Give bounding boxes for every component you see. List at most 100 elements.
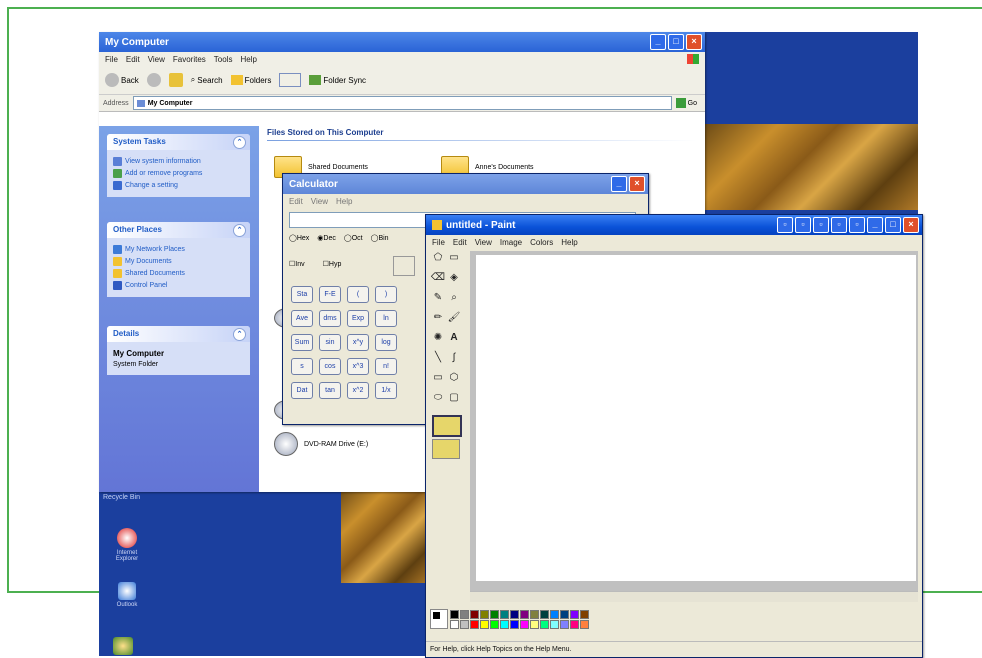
calc-key[interactable]: x^3 — [347, 358, 369, 375]
system-tasks-header[interactable]: System Tasks ⌃ — [107, 134, 250, 150]
palette-color[interactable] — [560, 610, 569, 619]
menu-edit[interactable]: Edit — [126, 55, 140, 64]
menu-colors[interactable]: Colors — [530, 238, 553, 247]
free-select-icon[interactable]: ⬠ — [430, 251, 446, 265]
calc-key[interactable]: x^2 — [347, 382, 369, 399]
palette-color[interactable] — [480, 610, 489, 619]
dvd-drive-item[interactable]: DVD-RAM Drive (E:) — [274, 432, 368, 456]
palette-color[interactable] — [530, 620, 539, 629]
calc-key[interactable]: Sta — [291, 286, 313, 303]
go-button[interactable]: Go — [675, 98, 697, 108]
place-item[interactable]: Shared Documents — [113, 269, 244, 278]
calc-key[interactable]: n! — [375, 358, 397, 375]
place-item[interactable]: My Documents — [113, 257, 244, 266]
toolbar-icon-a[interactable]: ▫ — [777, 217, 793, 233]
calc-key[interactable]: ( — [347, 286, 369, 303]
desktop-icon-ie[interactable]: Internet Explorer — [105, 528, 149, 562]
fill-icon[interactable]: ◈ — [446, 271, 462, 285]
paint-canvas[interactable] — [476, 255, 916, 581]
palette-color[interactable] — [550, 620, 559, 629]
search-button[interactable]: ⌕ Search — [191, 75, 223, 85]
menu-view[interactable]: View — [475, 238, 492, 247]
palette-color[interactable] — [550, 610, 559, 619]
palette-color[interactable] — [450, 610, 459, 619]
calc-key[interactable]: ln — [375, 310, 397, 327]
palette-color[interactable] — [580, 610, 589, 619]
forward-button[interactable] — [146, 73, 161, 87]
details-header[interactable]: Details ⌃ — [107, 326, 250, 342]
desktop-icon-outlook[interactable]: Outlook — [105, 582, 149, 608]
palette-color[interactable] — [450, 620, 459, 629]
magnifier-icon[interactable]: ⌕ — [446, 291, 462, 305]
place-item[interactable]: Control Panel — [113, 281, 244, 290]
paint-titlebar[interactable]: untitled - Paint ▫ ▫ ▫ ▫ ▫ _ □ × — [426, 215, 922, 235]
calc-key[interactable]: Ave — [291, 310, 313, 327]
maximize-button[interactable]: □ — [668, 34, 684, 50]
task-item[interactable]: Add or remove programs — [113, 169, 244, 178]
line-icon[interactable]: ╲ — [430, 351, 446, 365]
calc-key[interactable]: Exp — [347, 310, 369, 327]
tool-option-box[interactable] — [432, 415, 462, 437]
palette-color[interactable] — [490, 610, 499, 619]
chevron-up-icon[interactable]: ⌃ — [233, 328, 246, 341]
palette-color[interactable] — [490, 620, 499, 629]
calc-key[interactable]: s — [291, 358, 313, 375]
palette-color[interactable] — [570, 620, 579, 629]
palette-color[interactable] — [470, 610, 479, 619]
menu-help[interactable]: Help — [240, 55, 256, 64]
calc-key[interactable]: log — [375, 334, 397, 351]
palette-color[interactable] — [510, 620, 519, 629]
eraser-icon[interactable]: ⌫ — [430, 271, 446, 285]
up-folder-icon[interactable] — [168, 73, 183, 87]
palette-color[interactable] — [460, 620, 469, 629]
minimize-button[interactable]: _ — [611, 176, 627, 192]
palette-color[interactable] — [460, 610, 469, 619]
calc-key[interactable]: Dat — [291, 382, 313, 399]
close-button[interactable]: × — [629, 176, 645, 192]
chevron-up-icon[interactable]: ⌃ — [233, 224, 246, 237]
palette-color[interactable] — [520, 620, 529, 629]
minimize-button[interactable]: _ — [650, 34, 666, 50]
pencil-icon[interactable]: ✏ — [430, 311, 446, 325]
address-input[interactable]: My Computer — [132, 96, 672, 110]
folders-button[interactable]: Folders — [230, 75, 271, 85]
calc-key[interactable]: cos — [319, 358, 341, 375]
palette-color[interactable] — [530, 610, 539, 619]
palette-color[interactable] — [570, 610, 579, 619]
menu-file[interactable]: File — [432, 238, 445, 247]
other-places-header[interactable]: Other Places ⌃ — [107, 222, 250, 238]
toolbar-icon-b[interactable]: ▫ — [795, 217, 811, 233]
palette-color[interactable] — [520, 610, 529, 619]
menu-favorites[interactable]: Favorites — [173, 55, 206, 64]
calc-key[interactable]: Sum — [291, 334, 313, 351]
menu-edit[interactable]: Edit — [453, 238, 467, 247]
tool-option-box-2[interactable] — [432, 439, 460, 459]
palette-color[interactable] — [540, 610, 549, 619]
menu-view[interactable]: View — [148, 55, 165, 64]
chevron-up-icon[interactable]: ⌃ — [233, 136, 246, 149]
color-picker-icon[interactable]: ✎ — [430, 291, 446, 305]
toolbar-icon-c[interactable]: ▫ — [813, 217, 829, 233]
palette-color[interactable] — [500, 620, 509, 629]
calc-key[interactable]: ) — [375, 286, 397, 303]
calc-key[interactable]: sin — [319, 334, 341, 351]
toolbar-icon-e[interactable]: ▫ — [849, 217, 865, 233]
place-item[interactable]: My Network Places — [113, 245, 244, 254]
menu-file[interactable]: File — [105, 55, 118, 64]
palette-color[interactable] — [500, 610, 509, 619]
close-button[interactable]: × — [686, 34, 702, 50]
polygon-icon[interactable]: ⬡ — [446, 371, 462, 385]
rounded-rect-icon[interactable]: ▢ — [446, 391, 462, 405]
maximize-button[interactable]: □ — [885, 217, 901, 233]
folder-sync-button[interactable]: Folder Sync — [309, 75, 366, 85]
horizontal-scrollbar[interactable] — [470, 591, 918, 602]
palette-color[interactable] — [510, 610, 519, 619]
rect-select-icon[interactable]: ▭ — [446, 251, 462, 265]
palette-color[interactable] — [580, 620, 589, 629]
palette-color[interactable] — [480, 620, 489, 629]
calc-key[interactable]: dms — [319, 310, 341, 327]
curve-icon[interactable]: ∫ — [446, 351, 462, 365]
brush-icon[interactable]: 🖌 — [446, 311, 462, 325]
calc-key[interactable]: 1/x — [375, 382, 397, 399]
task-item[interactable]: View system information — [113, 157, 244, 166]
